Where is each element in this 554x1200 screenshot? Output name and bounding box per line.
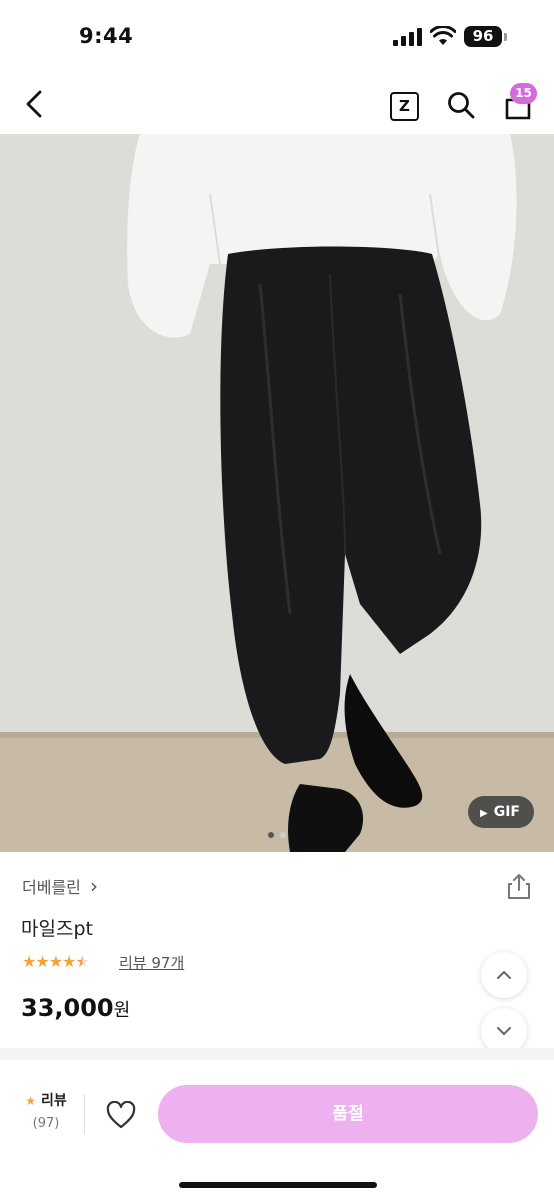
signal-icon <box>393 28 422 46</box>
review-count: (97) <box>32 1116 60 1131</box>
chevron-up-icon <box>497 971 511 979</box>
rating-stars: ★★★★★ <box>22 952 90 971</box>
price-value: 33,000 <box>21 994 114 1022</box>
battery-tip <box>504 33 507 41</box>
scroll-up-button[interactable] <box>481 952 527 998</box>
wifi-icon <box>430 26 456 45</box>
heart-icon[interactable] <box>106 1101 136 1129</box>
star-icon: ★ <box>62 952 76 971</box>
star-icon: ★ <box>35 952 49 971</box>
gif-label: GIF <box>493 804 520 820</box>
share-icon[interactable] <box>506 872 532 900</box>
review-summary-label: ★ 리뷰 <box>18 1090 74 1110</box>
back-icon[interactable] <box>20 89 50 119</box>
pagination-dot-active <box>268 832 274 838</box>
pagination-dot <box>280 832 286 838</box>
review-label: 리뷰 <box>40 1093 67 1109</box>
brand-link[interactable]: 더베를린 › <box>22 874 98 898</box>
search-icon[interactable] <box>446 90 476 120</box>
brand-name: 더베를린 <box>22 878 81 897</box>
product-price: 33,000원 <box>21 994 130 1022</box>
star-icon: ★ <box>48 952 63 971</box>
price-unit: 원 <box>113 1000 131 1021</box>
battery-icon: 96 <box>464 26 502 47</box>
half-star-icon: ★ <box>75 952 89 971</box>
review-link[interactable]: 리뷰 97개 <box>119 952 184 973</box>
product-image[interactable] <box>0 134 554 852</box>
zigzag-icon[interactable]: Z <box>390 92 419 121</box>
chevron-down-icon <box>497 1027 511 1035</box>
play-icon: ▶ <box>480 808 488 819</box>
star-icon: ★ <box>25 1094 37 1108</box>
nav-bar: Z <box>0 72 554 134</box>
cart-count-badge: 15 <box>510 83 537 104</box>
product-photo <box>0 134 554 852</box>
bottom-action-bar: ★ 리뷰 (97) 품절 <box>0 1066 554 1200</box>
status-time: 9:44 <box>79 24 134 48</box>
home-indicator <box>179 1182 377 1188</box>
review-summary-button[interactable]: ★ 리뷰 (97) <box>18 1090 74 1131</box>
gif-play-button[interactable]: ▶ GIF <box>468 796 534 828</box>
chevron-right-icon: › <box>89 874 98 898</box>
product-name: 마일즈pt <box>21 918 93 940</box>
divider <box>84 1094 85 1134</box>
star-icon: ★ <box>22 952 36 971</box>
section-divider <box>0 1048 554 1060</box>
soldout-button[interactable]: 품절 <box>158 1085 538 1143</box>
status-bar: 9:44 96 <box>0 0 554 72</box>
